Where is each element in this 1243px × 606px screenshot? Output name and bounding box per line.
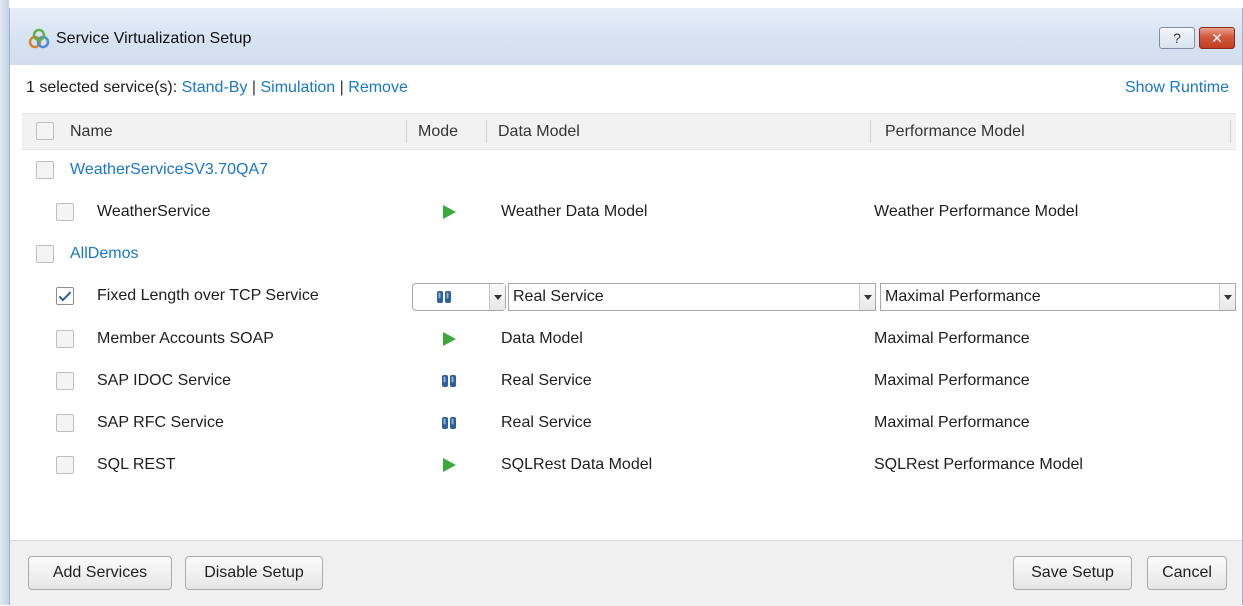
performance-model-selected: Maximal Performance	[885, 288, 1041, 305]
service-name: WeatherService	[97, 203, 211, 220]
data-model-value: Data Model	[501, 330, 583, 347]
service-name: SAP IDOC Service	[97, 372, 231, 389]
background-window-edge	[0, 0, 9, 605]
service-name: Member Accounts SOAP	[97, 330, 274, 347]
service-row[interactable]: SAP RFC Service Real Service Maximal Per…	[22, 402, 1236, 444]
performance-model-value: Maximal Performance	[874, 414, 1030, 431]
data-model-value: Real Service	[501, 372, 592, 389]
stand-by-link[interactable]: Stand-By	[182, 79, 248, 96]
dialog-content: 1 selected service(s): Stand-By | Simula…	[10, 65, 1242, 540]
column-header-data-model[interactable]: Data Model	[498, 114, 580, 149]
group-row[interactable]: WeatherServiceSV3.70QA7	[22, 149, 1236, 191]
service-row[interactable]: SQL REST SQLRest Data Model SQLRest Perf…	[22, 444, 1236, 486]
service-row-selected[interactable]: Fixed Length over TCP Service Real Servi…	[22, 275, 1236, 317]
column-header-performance-model[interactable]: Performance Model	[885, 114, 1025, 149]
performance-model-value: SQLRest Performance Model	[874, 456, 1083, 473]
chevron-down-icon[interactable]	[859, 284, 875, 310]
column-header-mode[interactable]: Mode	[418, 114, 458, 149]
window-title: Service Virtualization Setup	[56, 30, 252, 47]
service-name: Fixed Length over TCP Service	[97, 287, 319, 304]
play-icon[interactable]	[441, 204, 457, 220]
service-checkbox[interactable]	[56, 456, 74, 474]
service-checkbox-checked[interactable]	[56, 287, 74, 305]
performance-model-value: Maximal Performance	[874, 372, 1030, 389]
column-divider	[406, 120, 407, 143]
group-checkbox[interactable]	[36, 161, 54, 179]
performance-model-dropdown[interactable]: Maximal Performance	[880, 283, 1236, 311]
separator: |	[251, 79, 257, 96]
close-icon: ✕	[1211, 29, 1223, 46]
mode-dropdown[interactable]	[412, 283, 506, 311]
selection-bar: 1 selected service(s): Stand-By | Simula…	[26, 79, 408, 97]
play-icon[interactable]	[441, 331, 457, 347]
service-name: SAP RFC Service	[97, 414, 224, 431]
group-row[interactable]: AllDemos	[22, 233, 1236, 275]
column-header-name[interactable]: Name	[70, 114, 113, 149]
table-header: Name Mode Data Model Performance Model	[22, 113, 1236, 150]
show-runtime-link[interactable]: Show Runtime	[1125, 79, 1229, 97]
title-bar: Service Virtualization Setup ? ✕	[10, 8, 1242, 65]
add-services-button[interactable]: Add Services	[28, 556, 172, 590]
dialog-footer: Add Services Disable Setup Save Setup Ca…	[10, 540, 1242, 606]
group-name[interactable]: WeatherServiceSV3.70QA7	[70, 149, 268, 191]
service-checkbox[interactable]	[56, 372, 74, 390]
chevron-down-icon[interactable]	[1219, 284, 1235, 310]
help-icon: ?	[1173, 30, 1181, 46]
separator: |	[339, 79, 344, 96]
service-row[interactable]: WeatherService Weather Data Model Weathe…	[22, 191, 1236, 233]
disable-setup-button[interactable]: Disable Setup	[185, 556, 323, 590]
standby-icon[interactable]	[441, 415, 457, 431]
data-model-value: Weather Data Model	[501, 203, 648, 220]
service-row[interactable]: Member Accounts SOAP Data Model Maximal …	[22, 318, 1236, 360]
group-name[interactable]: AllDemos	[70, 233, 138, 275]
cancel-button[interactable]: Cancel	[1147, 556, 1227, 590]
simulation-link[interactable]: Simulation	[261, 79, 336, 96]
service-row[interactable]: SAP IDOC Service Real Service Maximal Pe…	[22, 360, 1236, 402]
selection-count: 1 selected service(s):	[26, 79, 178, 96]
service-virtualization-dialog: Service Virtualization Setup ? ✕ 1 selec…	[9, 8, 1243, 606]
remove-link[interactable]: Remove	[348, 79, 408, 96]
select-all-checkbox[interactable]	[36, 122, 54, 140]
performance-model-value: Weather Performance Model	[874, 203, 1079, 220]
data-model-dropdown[interactable]: Real Service	[508, 283, 876, 311]
service-checkbox[interactable]	[56, 414, 74, 432]
service-name: SQL REST	[97, 456, 176, 473]
data-model-selected: Real Service	[513, 288, 604, 305]
service-checkbox[interactable]	[56, 203, 74, 221]
standby-icon[interactable]	[441, 373, 457, 389]
column-divider	[870, 120, 871, 143]
group-checkbox[interactable]	[36, 245, 54, 263]
service-checkbox[interactable]	[56, 330, 74, 348]
service-virtualization-app-icon	[28, 28, 50, 49]
data-model-value: SQLRest Data Model	[501, 456, 653, 473]
column-divider	[486, 120, 487, 143]
standby-icon	[437, 291, 451, 303]
close-button[interactable]: ✕	[1199, 27, 1235, 49]
help-button[interactable]: ?	[1159, 27, 1195, 49]
play-icon[interactable]	[441, 457, 457, 473]
data-model-value: Real Service	[501, 414, 592, 431]
performance-model-value: Maximal Performance	[874, 330, 1030, 347]
save-setup-button[interactable]: Save Setup	[1013, 556, 1132, 590]
column-divider	[1230, 120, 1231, 143]
chevron-down-icon[interactable]	[489, 284, 505, 310]
